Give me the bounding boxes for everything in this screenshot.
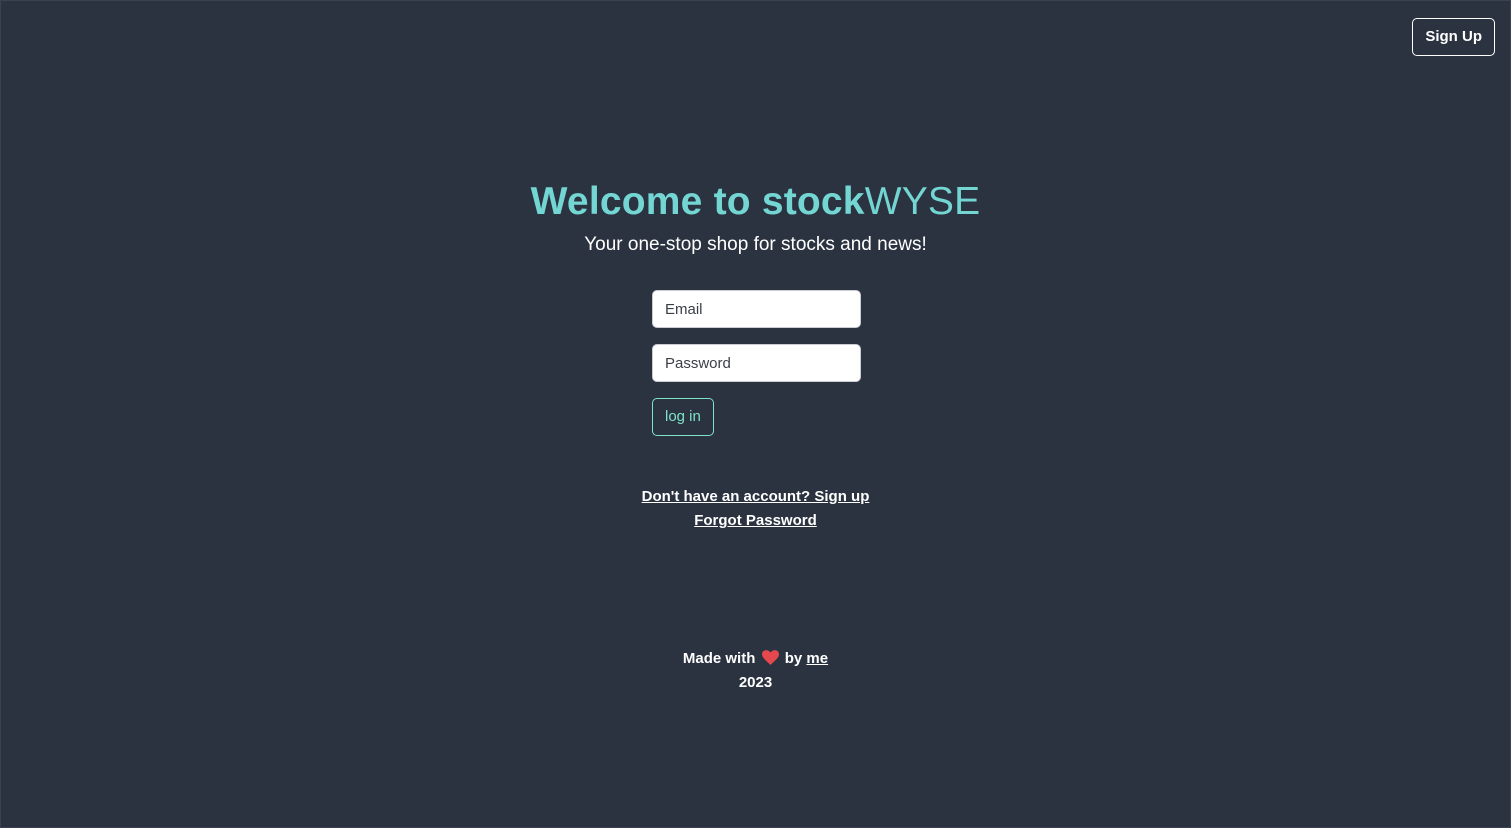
forgot-password-link[interactable]: Forgot Password	[694, 509, 817, 533]
email-field[interactable]	[652, 290, 861, 328]
page-subtitle: Your one-stop shop for stocks and news!	[584, 234, 927, 255]
title-brand-part: WYSE	[864, 180, 981, 223]
footer-by: by	[784, 650, 803, 667]
auth-links: Don't have an account? Sign up Forgot Pa…	[1, 485, 1510, 533]
signup-button[interactable]: Sign Up	[1412, 18, 1495, 56]
login-button[interactable]: log in	[652, 398, 714, 436]
author-link[interactable]: me	[806, 650, 828, 667]
page-title: Welcome to stockWYSE	[1, 177, 1510, 227]
footer: Made with by me 2023	[1, 647, 1510, 695]
heart-icon	[761, 650, 779, 665]
signup-link[interactable]: Don't have an account? Sign up	[642, 485, 870, 509]
footer-made-with: Made with	[682, 650, 756, 667]
login-form: log in	[652, 290, 861, 436]
title-bold-part: Welcome to stock	[530, 180, 865, 223]
hero: Welcome to stockWYSE Your one-stop shop …	[1, 177, 1510, 257]
password-field[interactable]	[652, 344, 861, 382]
footer-credit: Made with by me	[1, 647, 1510, 671]
footer-year: 2023	[738, 674, 773, 691]
